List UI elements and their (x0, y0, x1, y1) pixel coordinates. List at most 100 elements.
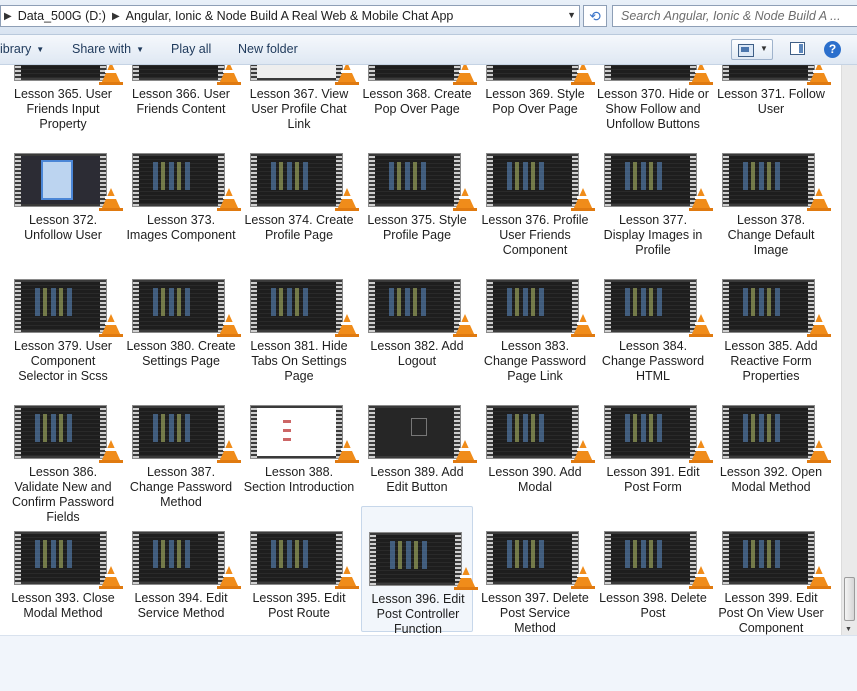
file-item[interactable]: Lesson 389. Add Edit Button (361, 380, 477, 506)
file-item[interactable]: Lesson 376. Profile User Friends Compone… (479, 128, 595, 257)
play-all-button[interactable]: Play all (171, 42, 211, 56)
vlc-cone-icon (335, 65, 359, 85)
preview-pane-button[interactable] (790, 42, 805, 55)
address-dropdown-icon[interactable]: ▼ (567, 10, 576, 20)
video-thumbnail (368, 405, 461, 459)
details-pane (0, 635, 857, 691)
file-item[interactable]: Lesson 386. Validate New and Confirm Pas… (7, 380, 123, 524)
file-item[interactable]: Lesson 375. Style Profile Page (361, 128, 477, 254)
vlc-cone-icon (807, 566, 831, 589)
vertical-scrollbar[interactable]: ▼ (841, 65, 857, 635)
file-item[interactable]: Lesson 398. Delete Post (597, 506, 713, 632)
file-item[interactable]: Lesson 385. Add Reactive Form Properties (715, 254, 831, 383)
file-item[interactable]: Lesson 379. User Component Selector in S… (7, 254, 123, 383)
file-name: Lesson 394. Edit Service Method (134, 591, 228, 620)
file-item[interactable]: Lesson 380. Create Settings Page (125, 254, 241, 380)
file-name: Lesson 372. Unfollow User (24, 213, 102, 242)
file-item[interactable]: Lesson 373. Images Component (125, 128, 241, 254)
file-list[interactable]: Lesson 365. User Friends Input Property L… (0, 65, 841, 635)
file-name: Lesson 393. Close Modal Method (11, 591, 115, 620)
file-item[interactable]: Lesson 370. Hide or Show Follow and Unfo… (597, 65, 713, 131)
vlc-cone-icon (99, 440, 123, 463)
file-name: Lesson 371. Follow User (717, 87, 825, 116)
video-thumbnail (722, 153, 815, 207)
breadcrumb-chevron-icon[interactable]: ▶ (1, 11, 15, 22)
video-thumbnail (604, 153, 697, 207)
file-item[interactable]: Lesson 399. Edit Post On View User Compo… (715, 506, 831, 635)
search-input[interactable] (621, 7, 841, 25)
breadcrumb[interactable]: ▶ Data_500G (D:) ▶ Angular, Ionic & Node… (0, 5, 580, 27)
file-item[interactable]: Lesson 374. Create Profile Page (243, 128, 359, 254)
breadcrumb-chevron-icon[interactable]: ▶ (109, 11, 123, 22)
file-item[interactable]: Lesson 367. View User Profile Chat Link (243, 65, 359, 131)
vlc-cone-icon (217, 314, 241, 337)
new-folder-button[interactable]: New folder (238, 42, 298, 56)
video-thumbnail (250, 405, 343, 459)
view-icon (738, 44, 754, 57)
breadcrumb-folder[interactable]: Angular, Ionic & Node Build A Real Web &… (123, 9, 457, 23)
share-with-menu[interactable]: Share with ▼ (72, 42, 144, 56)
file-name: Lesson 384. Change Password HTML (601, 339, 705, 383)
refresh-button[interactable]: ⟲ (583, 5, 607, 27)
help-icon[interactable]: ? (824, 41, 841, 58)
file-name: Lesson 375. Style Profile Page (367, 213, 467, 242)
file-item[interactable]: Lesson 368. Create Pop Over Page (361, 65, 477, 128)
file-item[interactable]: Lesson 366. User Friends Content (125, 65, 241, 128)
scroll-down-arrow-icon[interactable]: ▼ (845, 626, 852, 633)
file-item[interactable]: Lesson 395. Edit Post Route (243, 506, 359, 632)
file-name: Lesson 389. Add Edit Button (370, 465, 464, 494)
file-name: Lesson 373. Images Component (126, 213, 236, 242)
video-thumbnail (250, 531, 343, 585)
video-thumbnail (486, 531, 579, 585)
file-item[interactable]: Lesson 397. Delete Post Service Method (479, 506, 595, 635)
video-thumbnail (486, 153, 579, 207)
file-item[interactable]: Lesson 393. Close Modal Method (7, 506, 123, 632)
change-view-button[interactable]: ▼ (731, 39, 773, 60)
video-thumbnail (604, 531, 697, 585)
vlc-cone-icon (689, 65, 713, 85)
file-item[interactable]: Lesson 388. Section Introduction (243, 380, 359, 506)
file-name: Lesson 387. Change Password Method (129, 465, 233, 509)
file-name: Lesson 399. Edit Post On View User Compo… (718, 591, 824, 635)
file-item[interactable]: Lesson 383. Change Password Page Link (479, 254, 595, 383)
vlc-cone-icon (571, 314, 595, 337)
video-thumbnail (14, 153, 107, 207)
file-item[interactable]: Lesson 394. Edit Service Method (125, 506, 241, 632)
file-item[interactable]: Lesson 377. Display Images in Profile (597, 128, 713, 257)
file-item[interactable]: Lesson 378. Change Default Image (715, 128, 831, 257)
file-item[interactable]: Lesson 391. Edit Post Form (597, 380, 713, 506)
file-item[interactable]: Lesson 372. Unfollow User (7, 128, 123, 254)
vlc-cone-icon (689, 314, 713, 337)
file-name: Lesson 388. Section Introduction (243, 465, 355, 494)
file-item[interactable]: Lesson 365. User Friends Input Property (7, 65, 123, 131)
video-thumbnail (132, 279, 225, 333)
breadcrumb-drive[interactable]: Data_500G (D:) (15, 9, 109, 23)
file-item[interactable]: Lesson 369. Style Pop Over Page (479, 65, 595, 128)
vlc-cone-icon (807, 65, 831, 85)
vlc-cone-icon (99, 566, 123, 589)
share-with-label: Share with (72, 42, 132, 56)
file-name: Lesson 395. Edit Post Route (252, 591, 346, 620)
chevron-down-icon[interactable]: ▼ (760, 44, 768, 53)
vlc-cone-icon (689, 188, 713, 211)
include-in-library-menu[interactable]: ibrary ▼ (0, 42, 44, 56)
file-item[interactable]: Lesson 382. Add Logout (361, 254, 477, 380)
file-name: Lesson 383. Change Password Page Link (483, 339, 587, 383)
video-thumbnail (486, 279, 579, 333)
scrollbar-thumb[interactable] (844, 577, 855, 621)
video-thumbnail (14, 279, 107, 333)
file-name: Lesson 380. Create Settings Page (126, 339, 236, 368)
file-item[interactable]: Lesson 392. Open Modal Method (715, 380, 831, 506)
refresh-icon: ⟲ (589, 7, 601, 24)
file-item[interactable]: Lesson 381. Hide Tabs On Settings Page (243, 254, 359, 383)
file-name: Lesson 365. User Friends Input Property (14, 87, 112, 131)
file-item[interactable]: Lesson 384. Change Password HTML (597, 254, 713, 383)
file-item[interactable]: Lesson 396. Edit Post Controller Functio… (361, 506, 478, 635)
file-item[interactable]: Lesson 387. Change Password Method (125, 380, 241, 509)
file-item[interactable]: Lesson 371. Follow User (715, 65, 831, 128)
command-bar: ibrary ▼ Share with ▼ Play all New folder … (0, 35, 857, 65)
file-name: Lesson 390. Add Modal (488, 465, 582, 494)
file-item[interactable]: Lesson 390. Add Modal (479, 380, 595, 506)
video-thumbnail (132, 65, 225, 81)
address-bar: ▶ Data_500G (D:) ▶ Angular, Ionic & Node… (0, 0, 857, 35)
